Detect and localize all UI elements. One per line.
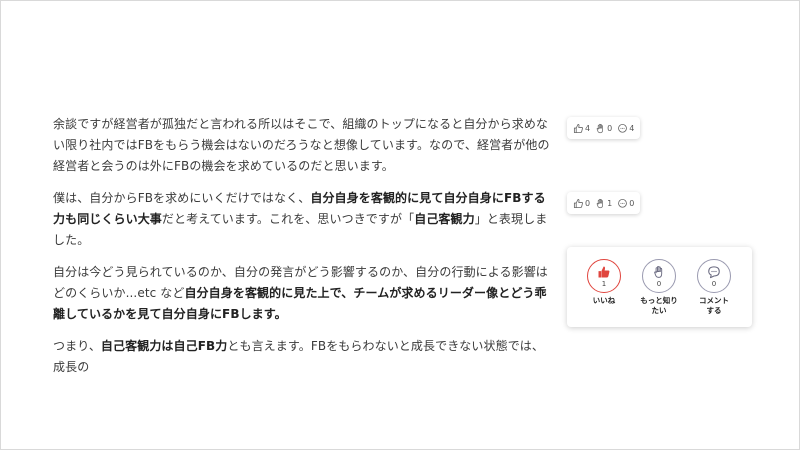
want-more-reaction[interactable]: 1 xyxy=(595,198,612,209)
comment-reaction[interactable]: 0 xyxy=(617,198,634,209)
article-body: 余談ですが経営者が孤独だと言われる所以はそこで、組織のトップになると自分から求め… xyxy=(53,114,553,389)
like-label: いいね xyxy=(592,296,616,305)
reaction-summary-p2[interactable]: 0 1 0 xyxy=(567,192,641,214)
thumbs-up-icon xyxy=(573,198,583,208)
comment-label-line1: コメント xyxy=(699,296,729,305)
comment-count: 0 xyxy=(629,198,635,208)
raised-hand-icon xyxy=(596,123,604,133)
raised-hand-icon xyxy=(596,198,604,208)
paragraph-2-text: だと考えています。これを、思いつきですが「 xyxy=(161,212,415,226)
speech-bubble-icon xyxy=(618,123,628,133)
want-more-reaction[interactable]: 0 xyxy=(595,123,612,134)
want-more-count: 1 xyxy=(607,198,613,208)
comment-count: 0 xyxy=(711,279,717,288)
paragraph-4: つまり、自己客観力は自己FB力とも言えます。FBをもらわないと成長できない状態で… xyxy=(53,336,553,378)
like-reaction[interactable]: 4 xyxy=(573,123,590,134)
want-more-label: もっと知り たい xyxy=(632,296,686,316)
like-count: 4 xyxy=(585,123,591,133)
comment-circle[interactable]: 0 xyxy=(697,259,731,293)
want-more-circle[interactable]: 0 xyxy=(642,259,676,293)
want-more-label-line1: もっと知り xyxy=(640,296,678,305)
paragraph-4-bold: 自己客観力は自己FB力 xyxy=(100,339,228,353)
want-more-label-line2: たい xyxy=(651,306,667,315)
like-circle[interactable]: 1 xyxy=(587,259,621,293)
want-more-count: 0 xyxy=(607,123,613,133)
paragraph-1: 余談ですが経営者が孤独だと言われる所以はそこで、組織のトップになると自分から求め… xyxy=(53,117,550,173)
page-frame: 余談ですが経営者が孤独だと言われる所以はそこで、組織のトップになると自分から求め… xyxy=(0,0,800,450)
reaction-summary-p1[interactable]: 4 0 4 xyxy=(567,117,641,139)
raised-hand-icon xyxy=(654,265,663,278)
speech-bubble-icon xyxy=(708,265,720,278)
paragraph-2: 僕は、自分からFBを求めにいくだけではなく、自分自身を客観的に見て自分自身にFB… xyxy=(53,188,553,251)
paragraph-2-term: 自己客観力 xyxy=(414,212,475,226)
like-count: 1 xyxy=(601,279,607,288)
paragraph-3: 自分は今どう見られているのか、自分の発言がどう影響するのか、自分の行動による影響… xyxy=(53,262,553,325)
thumbs-up-icon xyxy=(598,266,610,277)
thumbs-up-icon xyxy=(573,123,583,133)
comment-label: コメント する xyxy=(687,296,741,316)
paragraph-2-text: 僕は、自分からFBを求めにいくだけではなく、 xyxy=(53,191,311,205)
comment-reaction[interactable]: 4 xyxy=(617,123,634,134)
like-count: 0 xyxy=(585,198,591,208)
comment-label-line2: する xyxy=(706,306,722,315)
paragraph-4-text: つまり、 xyxy=(53,339,101,353)
reaction-panel: 1 いいね 0 もっと知り たい 0 コメント する xyxy=(567,247,752,327)
want-more-button[interactable]: 0 もっと知り たい xyxy=(632,259,686,316)
like-reaction[interactable]: 0 xyxy=(573,198,590,209)
like-button[interactable]: 1 いいね xyxy=(577,259,631,306)
want-more-count: 0 xyxy=(656,279,662,288)
speech-bubble-icon xyxy=(618,198,628,208)
comment-button[interactable]: 0 コメント する xyxy=(687,259,741,316)
comment-count: 4 xyxy=(629,123,635,133)
